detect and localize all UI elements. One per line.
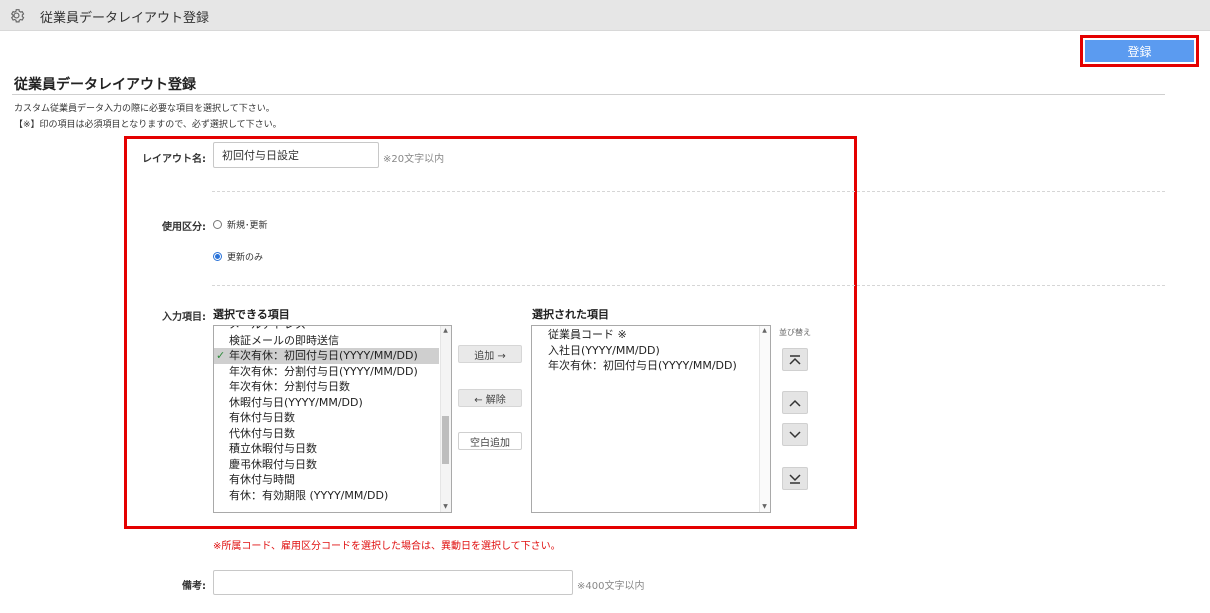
move-top-icon bbox=[789, 354, 801, 365]
radio-button-checked[interactable] bbox=[213, 252, 222, 261]
available-item-label: 年次有休：初回付与日(YYYY/MM/DD) bbox=[229, 349, 418, 362]
move-bottom-button[interactable] bbox=[782, 467, 808, 490]
available-list-item[interactable]: 慶弔休暇付与日数 bbox=[214, 457, 439, 473]
remove-button[interactable]: ← 解除 bbox=[458, 389, 522, 407]
available-item-label: 検証メールの即時送信 bbox=[229, 333, 339, 347]
selected-items-header: 選択された項目 bbox=[532, 308, 609, 321]
selected-list-item[interactable]: 従業員コード ※ bbox=[532, 327, 737, 343]
available-list-item[interactable]: 年次有休：分割付与日数 bbox=[214, 379, 439, 395]
available-list-item[interactable]: 有休：有効期限 (YYYY/MM/DD) bbox=[214, 488, 439, 504]
usage-label: 使用区分: bbox=[162, 222, 206, 233]
available-item-label: 年次有休：分割付与日(YYYY/MM/DD) bbox=[229, 364, 418, 378]
available-list-item[interactable]: 年次有休：分割付与日(YYYY/MM/DD) bbox=[214, 364, 439, 380]
radio-button[interactable] bbox=[213, 220, 222, 229]
available-item-label: 年次有休：分割付与日数 bbox=[229, 380, 350, 393]
selected-list-item[interactable]: 年次有休：初回付与日(YYYY/MM/DD) bbox=[532, 358, 737, 374]
header-title: 従業員データレイアウト登録 bbox=[40, 11, 210, 26]
available-list-item[interactable]: 有休付与時間 bbox=[214, 472, 439, 488]
available-item-label: 有休：有効期限 (YYYY/MM/DD) bbox=[229, 488, 389, 502]
available-item-label: メールアドレス bbox=[229, 326, 306, 331]
usage-option-label: 更新のみ bbox=[227, 253, 264, 263]
register-button-highlight: 登録 bbox=[1080, 35, 1199, 67]
available-item-label: 有休付与時間 bbox=[229, 473, 295, 486]
usage-option-update-only[interactable]: 更新のみ bbox=[213, 250, 263, 263]
available-list-item[interactable]: 代休付与日数 bbox=[214, 426, 439, 442]
warning-text: ※所属コード、雇用区分コードを選択した場合は、異動日を選択して下さい。 bbox=[213, 541, 561, 552]
available-list-scrollbar[interactable]: ▲ ▼ bbox=[440, 326, 451, 512]
selected-list-scrollbar[interactable]: ▲ ▼ bbox=[759, 326, 770, 512]
register-button[interactable]: 登録 bbox=[1085, 40, 1194, 62]
add-blank-button[interactable]: 空白追加 bbox=[458, 432, 522, 450]
available-items-header: 選択できる項目 bbox=[213, 308, 290, 321]
sort-label: 並び替え bbox=[779, 328, 811, 337]
page-title: 従業員データレイアウト登録 bbox=[14, 77, 196, 93]
scroll-up-arrow-icon[interactable]: ▲ bbox=[759, 326, 770, 336]
available-item-label: 代休付与日数 bbox=[229, 426, 295, 440]
app-header: 従業員データレイアウト登録 bbox=[0, 0, 1210, 31]
available-list-item[interactable]: 休暇付与日(YYYY/MM/DD) bbox=[214, 395, 439, 411]
divider bbox=[212, 285, 1165, 286]
move-top-button[interactable] bbox=[782, 348, 808, 371]
scroll-down-arrow-icon[interactable]: ▼ bbox=[759, 502, 770, 512]
selected-list-item[interactable]: 入社日(YYYY/MM/DD) bbox=[532, 343, 737, 359]
scroll-up-arrow-icon[interactable]: ▲ bbox=[440, 326, 451, 336]
layout-name-input[interactable] bbox=[213, 142, 379, 168]
move-up-icon bbox=[789, 399, 801, 407]
available-list-item[interactable]: 有休付与日数 bbox=[214, 410, 439, 426]
memo-label: 備考: bbox=[182, 581, 206, 592]
gear-icon bbox=[10, 9, 25, 23]
page-description-2: 【※】印の項目は必須項目となりますので、必ず選択して下さい。 bbox=[14, 120, 282, 130]
checkmark-icon: ✓ bbox=[216, 349, 226, 362]
move-up-button[interactable] bbox=[782, 391, 808, 414]
available-item-label: 休暇付与日(YYYY/MM/DD) bbox=[229, 395, 363, 409]
available-item-label: 有休付与日数 bbox=[229, 411, 295, 424]
move-down-button[interactable] bbox=[782, 423, 808, 446]
available-item-label: 慶弔休暇付与日数 bbox=[229, 457, 317, 471]
move-bottom-icon bbox=[789, 473, 801, 484]
selected-items-list[interactable]: 従業員コード ※ 入社日(YYYY/MM/DD) 年次有休：初回付与日(YYYY/M… bbox=[531, 325, 771, 513]
memo-input[interactable] bbox=[213, 570, 573, 595]
scroll-down-arrow-icon[interactable]: ▼ bbox=[440, 502, 451, 512]
usage-option-new-update[interactable]: 新規･更新 bbox=[213, 218, 268, 231]
move-down-icon bbox=[789, 430, 801, 438]
available-list-item[interactable]: 検証メールの即時送信 bbox=[214, 333, 439, 349]
available-items-list[interactable]: メールアドレス検証メールの即時送信✓年次有休：初回付与日(YYYY/MM/DD)… bbox=[213, 325, 452, 513]
memo-hint: ※400文字以内 bbox=[577, 581, 645, 592]
scrollbar-thumb[interactable] bbox=[442, 416, 449, 464]
available-list-item[interactable]: メールアドレス bbox=[214, 326, 439, 333]
layout-name-hint: ※20文字以内 bbox=[383, 154, 445, 165]
available-item-label: 積立休暇付与日数 bbox=[229, 442, 317, 455]
available-list-item[interactable]: 積立休暇付与日数 bbox=[214, 441, 439, 457]
page-description-1: カスタム従業員データ入力の際に必要な項目を選択して下さい。 bbox=[14, 104, 275, 114]
divider bbox=[212, 191, 1165, 192]
title-divider bbox=[12, 94, 1165, 95]
input-items-label: 入力項目: bbox=[162, 312, 206, 323]
add-button[interactable]: 追加 → bbox=[458, 345, 522, 363]
layout-name-label: レイアウト名: bbox=[142, 154, 206, 165]
usage-option-label: 新規･更新 bbox=[227, 221, 268, 231]
available-list-item[interactable]: ✓ 年次有休：初回付与日(YYYY/MM/DD) bbox=[214, 348, 439, 364]
